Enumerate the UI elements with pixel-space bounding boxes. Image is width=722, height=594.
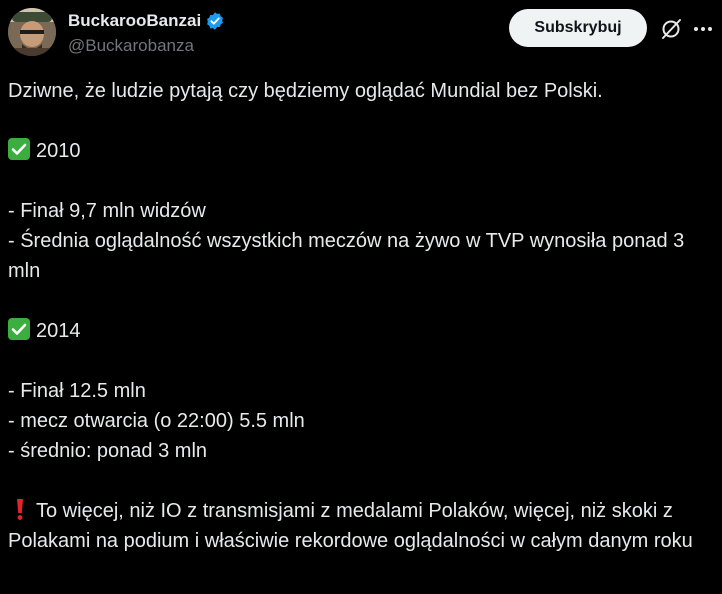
conclusion-text: To więcej, niż IO z transmisjami z medal… [8, 496, 712, 556]
author-info: BuckarooBanzai @Buckarobanza [68, 10, 225, 56]
stat-line: - mecz otwarcia (o 22:00) 5.5 mln [8, 410, 305, 432]
stat-line: - Finał 12.5 mln [8, 380, 146, 402]
avatar[interactable] [8, 8, 56, 56]
year-2010-heading: 2010 [8, 136, 712, 166]
more-icon[interactable] [690, 16, 716, 42]
exclamation-icon [17, 499, 23, 520]
check-mark-icon [8, 318, 30, 340]
year-2014-heading: 2014 [8, 316, 712, 346]
name-row: BuckarooBanzai [68, 10, 225, 32]
intro-text: Dziwne, że ludzie pytają czy będziemy og… [8, 80, 603, 102]
verified-badge-icon[interactable] [205, 11, 225, 31]
handle[interactable]: @Buckarobanza [68, 36, 225, 56]
conclusion-label: To więcej, niż IO z transmisjami z medal… [8, 500, 693, 552]
tweet: BuckarooBanzai @Buckarobanza Subskrybuj … [0, 0, 722, 594]
stat-line: - Średnia oglądalność wszystkich meczów … [8, 230, 685, 282]
year-2014-label: 2014 [36, 320, 81, 342]
stat-line: - średnio: ponad 3 mln [8, 440, 208, 462]
stat-line: - Finał 9,7 mln widzów [8, 200, 206, 222]
year-2010-label: 2010 [36, 140, 81, 162]
subscribe-button[interactable]: Subskrybuj [509, 9, 647, 47]
tweet-text: Dziwne, że ludzie pytają czy będziemy og… [8, 76, 712, 556]
display-name[interactable]: BuckarooBanzai [68, 11, 201, 31]
check-mark-icon [8, 138, 30, 160]
avatar-photo [8, 8, 56, 56]
grok-icon[interactable] [658, 16, 684, 42]
